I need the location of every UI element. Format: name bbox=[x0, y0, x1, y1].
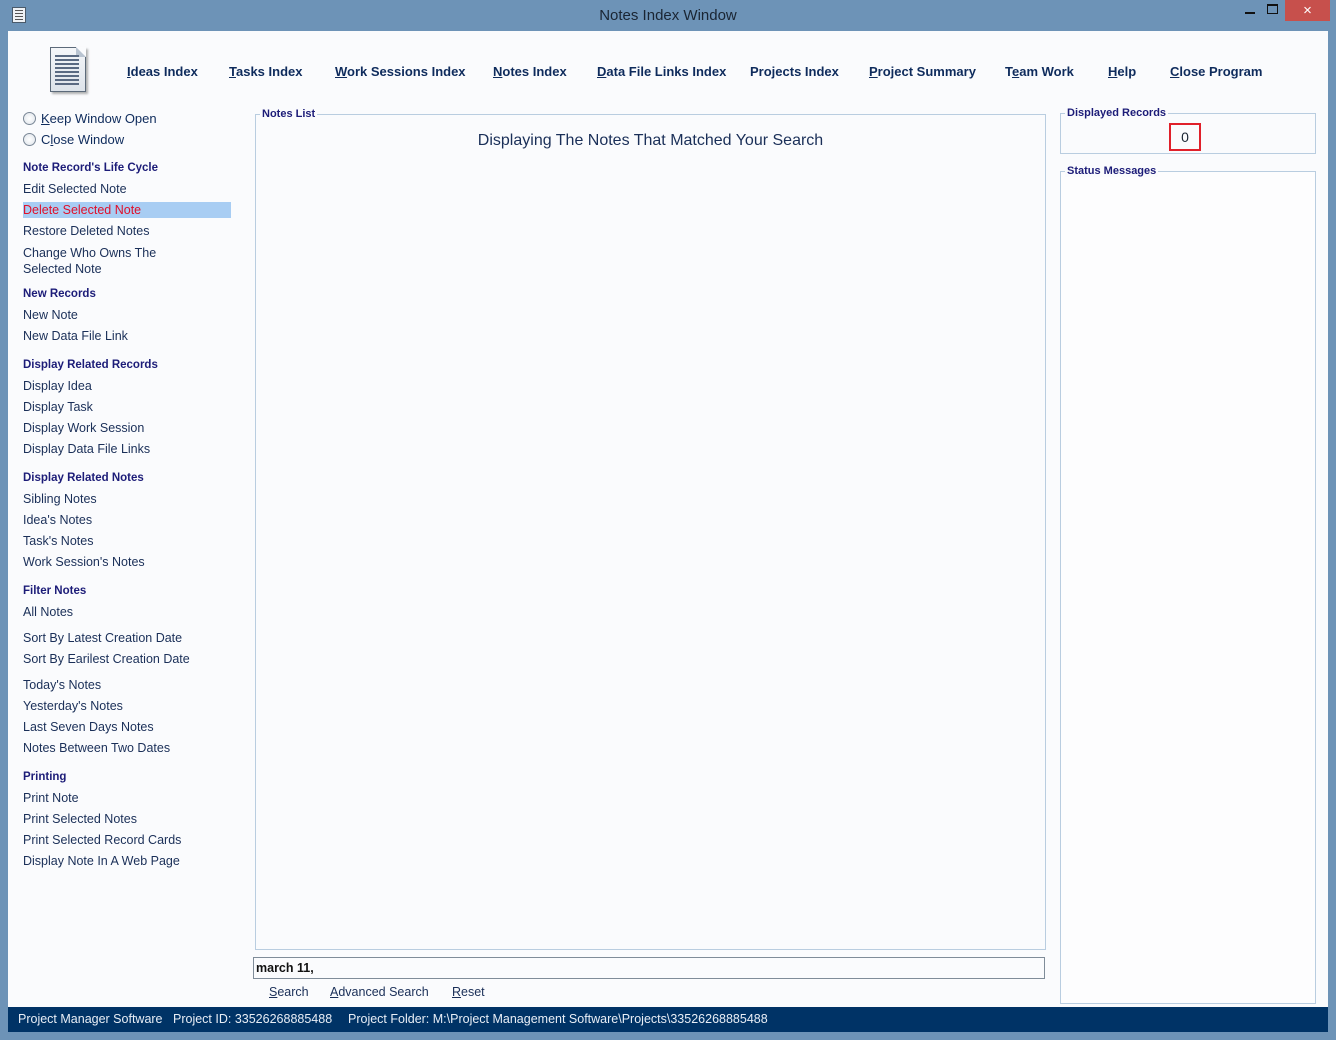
search-button[interactable]: Search bbox=[269, 985, 309, 999]
section-heading-new-records: New Records bbox=[23, 288, 96, 300]
menu-ideas-index[interactable]: Ideas Index bbox=[127, 64, 198, 79]
edit-selected-note[interactable]: Edit Selected Note bbox=[23, 181, 231, 197]
change-note-owner[interactable]: Change Who Owns The Selected Note bbox=[23, 245, 231, 277]
advanced-search-button[interactable]: Advanced Search bbox=[330, 985, 429, 999]
sibling-notes[interactable]: Sibling Notes bbox=[23, 491, 231, 507]
sort-earliest-creation-date[interactable]: Sort By Earilest Creation Date bbox=[23, 651, 231, 667]
new-data-file-link[interactable]: New Data File Link bbox=[23, 328, 231, 344]
close-button[interactable]: × bbox=[1285, 0, 1330, 21]
search-input[interactable] bbox=[253, 957, 1045, 979]
status-bar: Project Manager Software Project ID: 335… bbox=[8, 1007, 1328, 1032]
menu-data-file-links-index[interactable]: Data File Links Index bbox=[597, 64, 726, 79]
notes-document-icon bbox=[50, 47, 86, 92]
restore-deleted-notes[interactable]: Restore Deleted Notes bbox=[23, 223, 231, 239]
ideas-notes[interactable]: Idea's Notes bbox=[23, 512, 231, 528]
notes-list-panel[interactable]: Notes List Displaying The Notes That Mat… bbox=[255, 108, 1046, 950]
section-heading-printing: Printing bbox=[23, 771, 67, 783]
tasks-notes[interactable]: Task's Notes bbox=[23, 533, 231, 549]
status-messages-panel: Status Messages bbox=[1060, 165, 1316, 1004]
section-heading-related-notes: Display Related Notes bbox=[23, 472, 144, 484]
display-data-file-links[interactable]: Display Data File Links bbox=[23, 441, 231, 457]
status-app-name: Project Manager Software bbox=[18, 1012, 163, 1026]
display-task[interactable]: Display Task bbox=[23, 399, 231, 415]
menu-team-work[interactable]: Team Work bbox=[1005, 64, 1074, 79]
section-heading-filter-notes: Filter Notes bbox=[23, 585, 87, 597]
section-heading-related-records: Display Related Records bbox=[23, 359, 158, 371]
section-heading-life-cycle: Note Record's Life Cycle bbox=[23, 162, 159, 174]
maximize-icon bbox=[1266, 4, 1278, 14]
reset-button[interactable]: Reset bbox=[452, 985, 485, 999]
menu-close-program[interactable]: Close Program bbox=[1170, 64, 1262, 79]
new-note[interactable]: New Note bbox=[23, 307, 231, 323]
keep-window-open-radio[interactable]: Keep Window Open bbox=[23, 111, 157, 126]
window-title: Notes Index Window bbox=[599, 7, 737, 24]
close-icon: × bbox=[1303, 2, 1312, 19]
menu-work-sessions-index[interactable]: Work Sessions Index bbox=[335, 64, 466, 79]
minimize-icon bbox=[1245, 12, 1255, 14]
displayed-records-count: 0 bbox=[1169, 123, 1201, 151]
menu-tasks-index[interactable]: Tasks Index bbox=[229, 64, 302, 79]
close-window-radio[interactable]: Cl ose Window bbox=[23, 132, 124, 147]
window-client: Ideas Index Tasks Index Work Sessions In… bbox=[8, 31, 1328, 1007]
print-note[interactable]: Print Note bbox=[23, 790, 231, 806]
maximize-button[interactable] bbox=[1259, 0, 1285, 21]
radio-circle-icon bbox=[23, 112, 36, 125]
status-messages-legend: Status Messages bbox=[1065, 165, 1159, 177]
radio-circle-icon bbox=[23, 133, 36, 146]
notes-list-legend: Notes List bbox=[260, 108, 318, 120]
displayed-records-panel: Displayed Records 0 bbox=[1060, 107, 1316, 154]
status-project-id: Project ID: 33526268885488 bbox=[173, 1012, 333, 1026]
menu-help[interactable]: Help bbox=[1108, 64, 1136, 79]
notes-list-heading: Displaying The Notes That Matched Your S… bbox=[477, 132, 824, 149]
status-project-folder: Project Folder: M:\Project Management So… bbox=[348, 1012, 768, 1026]
sort-latest-creation-date[interactable]: Sort By Latest Creation Date bbox=[23, 630, 231, 646]
display-idea[interactable]: Display Idea bbox=[23, 378, 231, 394]
displayed-records-legend: Displayed Records bbox=[1065, 107, 1169, 119]
print-selected-record-cards[interactable]: Print Selected Record Cards bbox=[23, 832, 231, 848]
display-note-web-page[interactable]: Display Note In A Web Page bbox=[23, 853, 231, 869]
yesterdays-notes[interactable]: Yesterday's Notes bbox=[23, 698, 231, 714]
display-work-session[interactable]: Display Work Session bbox=[23, 420, 231, 436]
work-sessions-notes[interactable]: Work Session's Notes bbox=[23, 554, 231, 570]
print-selected-notes[interactable]: Print Selected Notes bbox=[23, 811, 231, 827]
menu-bar: Ideas Index Tasks Index Work Sessions In… bbox=[8, 31, 1328, 106]
all-notes[interactable]: All Notes bbox=[23, 604, 231, 620]
notes-between-two-dates[interactable]: Notes Between Two Dates bbox=[23, 740, 231, 756]
todays-notes[interactable]: Today's Notes bbox=[23, 677, 231, 693]
delete-selected-note[interactable]: Delete Selected Note bbox=[23, 202, 231, 218]
menu-notes-index[interactable]: Notes Index bbox=[493, 64, 567, 79]
title-bar: Notes Index Window × bbox=[0, 0, 1336, 31]
menu-project-summary[interactable]: Project Summary bbox=[869, 64, 976, 79]
last-seven-days-notes[interactable]: Last Seven Days Notes bbox=[23, 719, 231, 735]
menu-projects-index[interactable]: Projects Index bbox=[750, 64, 839, 79]
